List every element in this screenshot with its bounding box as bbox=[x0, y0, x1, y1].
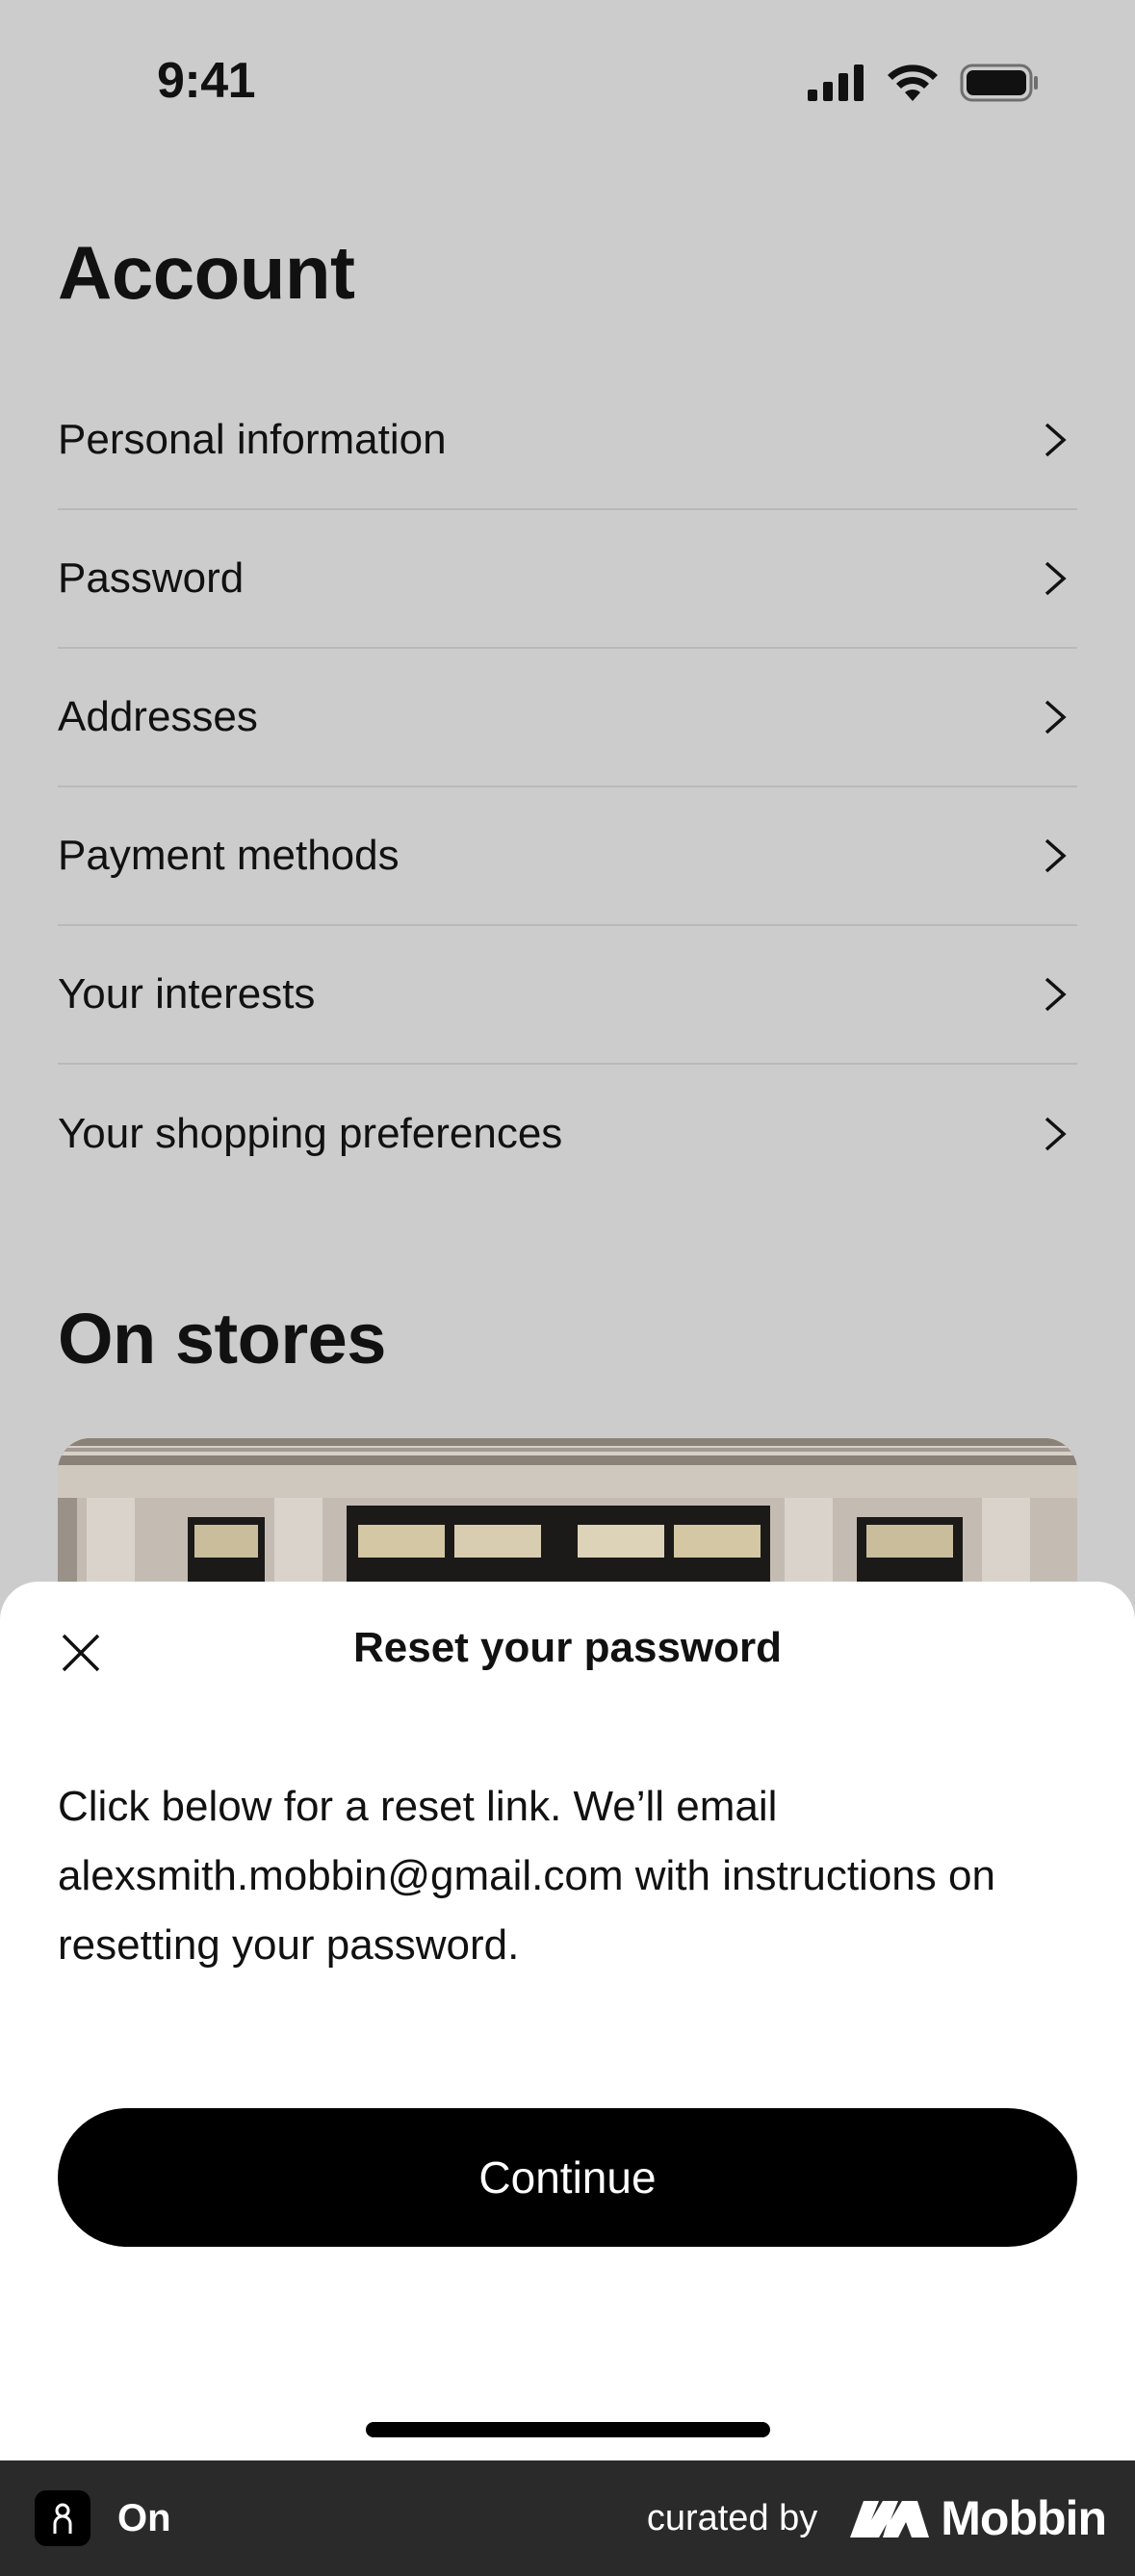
chevron-right-icon bbox=[1045, 423, 1067, 457]
sheet-description: Click below for a reset link. We’ll emai… bbox=[58, 1783, 995, 1969]
menu-item-payment-methods[interactable]: Payment methods bbox=[58, 787, 1077, 926]
continue-button[interactable]: Continue bbox=[58, 2108, 1077, 2247]
chevron-right-icon bbox=[1045, 561, 1067, 596]
chevron-right-icon bbox=[1045, 977, 1067, 1012]
account-menu: Personal information Password Addresses … bbox=[58, 372, 1077, 1203]
status-time: 9:41 bbox=[157, 53, 256, 109]
chevron-right-icon bbox=[1045, 1117, 1067, 1151]
menu-item-your-interests[interactable]: Your interests bbox=[58, 926, 1077, 1065]
menu-item-label: Addresses bbox=[58, 693, 258, 740]
app-logo bbox=[35, 2490, 90, 2546]
chevron-right-icon bbox=[1045, 838, 1067, 873]
mobbin-brand: Mobbin bbox=[850, 2490, 1107, 2546]
chevron-right-icon bbox=[1045, 700, 1067, 734]
home-indicator bbox=[366, 2422, 770, 2437]
menu-item-addresses[interactable]: Addresses bbox=[58, 649, 1077, 787]
battery-icon bbox=[960, 64, 1038, 102]
reset-password-sheet: Reset your password Click below for a re… bbox=[0, 1582, 1135, 2460]
menu-item-label: Personal information bbox=[58, 416, 447, 463]
footer-app: On bbox=[35, 2490, 171, 2546]
menu-item-label: Payment methods bbox=[58, 832, 400, 879]
footer-bar: On curated by Mobbin bbox=[0, 2460, 1135, 2576]
on-logo-icon bbox=[53, 2503, 72, 2534]
app-name: On bbox=[117, 2496, 171, 2539]
mobbin-logo-icon bbox=[850, 2501, 930, 2537]
wifi-icon bbox=[888, 64, 938, 101]
mobbin-wordmark: Mobbin bbox=[941, 2491, 1107, 2545]
curated-by-label: curated by bbox=[646, 2497, 818, 2538]
cellular-signal-icon bbox=[808, 64, 864, 101]
menu-item-shopping-preferences[interactable]: Your shopping preferences bbox=[58, 1065, 1077, 1203]
menu-item-label: Your interests bbox=[58, 970, 316, 1018]
page-title: Account bbox=[58, 230, 355, 315]
footer-credit: curated by Mobbin bbox=[646, 2490, 1107, 2546]
menu-item-personal-information[interactable]: Personal information bbox=[58, 372, 1077, 510]
menu-item-label: Your shopping preferences bbox=[58, 1110, 563, 1157]
section-title-stores: On stores bbox=[58, 1299, 386, 1378]
status-bar: 9:41 bbox=[0, 0, 1135, 164]
menu-item-password[interactable]: Password bbox=[58, 510, 1077, 649]
menu-item-label: Password bbox=[58, 554, 245, 602]
status-icons bbox=[808, 64, 1039, 102]
sheet-title: Reset your password bbox=[352, 1624, 783, 1671]
